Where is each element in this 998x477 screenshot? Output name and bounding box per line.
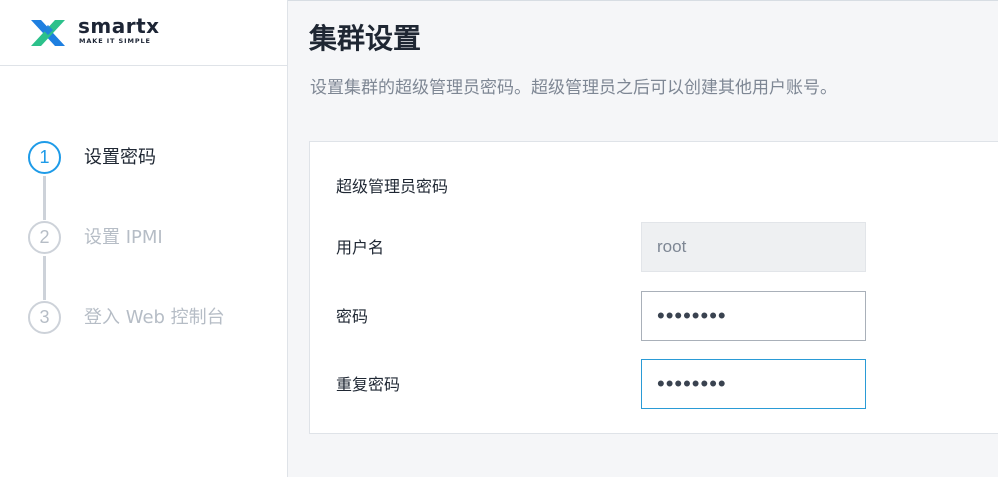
- brand-name: smartx: [78, 14, 160, 38]
- confirm-password-field[interactable]: ••••••••: [641, 359, 866, 409]
- password-label: 密码: [336, 307, 369, 326]
- step-number: 1: [28, 141, 61, 174]
- step-number: 3: [28, 301, 61, 334]
- confirm-password-label: 重复密码: [336, 375, 401, 394]
- step-web-console[interactable]: 3 登入 Web 控制台: [28, 301, 278, 339]
- step-label: 设置密码: [84, 147, 156, 168]
- password-field[interactable]: ••••••••: [641, 291, 866, 341]
- smartx-logo-icon: [27, 16, 69, 54]
- password-form-card: 超级管理员密码 用户名 root 密码 •••••••• 重复密码 ••••••…: [309, 141, 998, 434]
- page-subtitle: 设置集群的超级管理员密码。超级管理员之后可以创建其他用户账号。: [310, 78, 837, 98]
- username-label: 用户名: [336, 238, 385, 257]
- username-field: root: [641, 222, 866, 272]
- step-number: 2: [28, 221, 61, 254]
- section-title: 超级管理员密码: [336, 177, 449, 196]
- step-label: 登入 Web 控制台: [84, 307, 225, 328]
- brand-tagline: MAKE IT SIMPLE: [79, 37, 151, 45]
- page-title: 集群设置: [309, 22, 422, 55]
- step-connector: [43, 176, 46, 220]
- step-set-password[interactable]: 1 设置密码: [28, 141, 278, 179]
- step-connector: [43, 256, 46, 300]
- logo-bar: smartx MAKE IT SIMPLE: [0, 0, 287, 66]
- sidebar: smartx MAKE IT SIMPLE 1 设置密码 2 设置 IPMI 3…: [0, 0, 288, 477]
- step-label: 设置 IPMI: [84, 227, 163, 248]
- step-set-ipmi[interactable]: 2 设置 IPMI: [28, 221, 278, 259]
